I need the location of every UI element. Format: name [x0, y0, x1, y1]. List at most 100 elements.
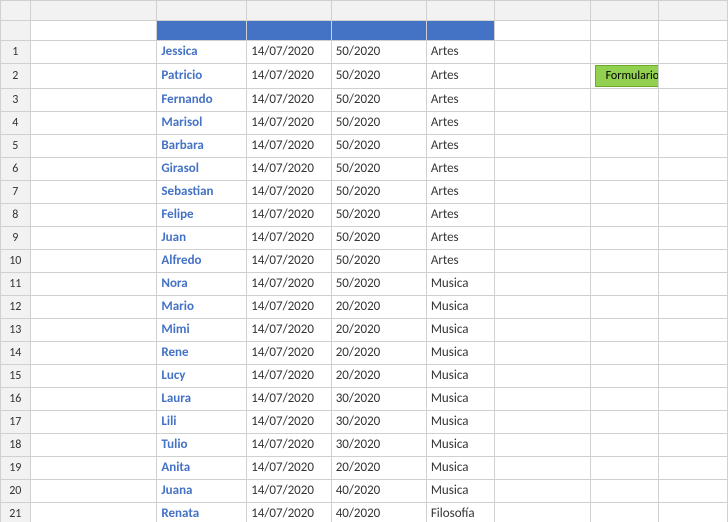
cell-licitacion-15[interactable]: 20/2020: [331, 365, 426, 388]
cell-h-16[interactable]: [659, 388, 728, 411]
cell-licitacion-5[interactable]: 50/2020: [331, 135, 426, 158]
cell-h-9[interactable]: [659, 227, 728, 250]
cell-a-19[interactable]: [30, 457, 157, 480]
cell-licitacion-6[interactable]: 50/2020: [331, 158, 426, 181]
cell-fecha-20[interactable]: 14/07/2020: [247, 480, 332, 503]
cell-h-13[interactable]: [659, 319, 728, 342]
cell-licitacion-2[interactable]: 50/2020: [331, 64, 426, 89]
cell-h-15[interactable]: [659, 365, 728, 388]
cell-h-5[interactable]: [659, 135, 728, 158]
cell-programa-21[interactable]: Filosofía: [426, 503, 495, 522]
cell-f-9[interactable]: [495, 227, 590, 250]
cell-programa-5[interactable]: Artes: [426, 135, 495, 158]
cell-h-3[interactable]: [659, 89, 728, 112]
cell-licitacion-14[interactable]: 20/2020: [331, 342, 426, 365]
cell-h-12[interactable]: [659, 296, 728, 319]
cell-a-12[interactable]: [30, 296, 157, 319]
cell-fecha-7[interactable]: 14/07/2020: [247, 181, 332, 204]
cell-persona-14[interactable]: Rene: [157, 342, 247, 365]
cell-a-8[interactable]: [30, 204, 157, 227]
cell-a-21[interactable]: [30, 503, 157, 522]
cell-fecha-5[interactable]: 14/07/2020: [247, 135, 332, 158]
cell-programa-4[interactable]: Artes: [426, 112, 495, 135]
cell-programa-18[interactable]: Musica: [426, 434, 495, 457]
cell-fecha-17[interactable]: 14/07/2020: [247, 411, 332, 434]
cell-h-header[interactable]: [659, 21, 728, 41]
cell-f-21[interactable]: [495, 503, 590, 522]
cell-programa-11[interactable]: Musica: [426, 273, 495, 296]
cell-f-16[interactable]: [495, 388, 590, 411]
cell-persona-12[interactable]: Mario: [157, 296, 247, 319]
cell-programa-14[interactable]: Musica: [426, 342, 495, 365]
cell-persona-8[interactable]: Felipe: [157, 204, 247, 227]
cell-persona-2[interactable]: Patricio: [157, 64, 247, 89]
cell-fecha-1[interactable]: 14/07/2020: [247, 41, 332, 64]
cell-persona-18[interactable]: Tulio: [157, 434, 247, 457]
cell-f-8[interactable]: [495, 204, 590, 227]
cell-programa-17[interactable]: Musica: [426, 411, 495, 434]
cell-h-17[interactable]: [659, 411, 728, 434]
cell-a-header[interactable]: [30, 21, 157, 41]
cell-f-12[interactable]: [495, 296, 590, 319]
cell-h-21[interactable]: [659, 503, 728, 522]
cell-persona-19[interactable]: Anita: [157, 457, 247, 480]
formulario-button[interactable]: Formulario: [595, 65, 659, 87]
cell-a-2[interactable]: [30, 64, 157, 89]
cell-persona-11[interactable]: Nora: [157, 273, 247, 296]
cell-licitacion-8[interactable]: 50/2020: [331, 204, 426, 227]
cell-programa-19[interactable]: Musica: [426, 457, 495, 480]
cell-persona-3[interactable]: Fernando: [157, 89, 247, 112]
cell-a-3[interactable]: [30, 89, 157, 112]
cell-f-19[interactable]: [495, 457, 590, 480]
cell-a-15[interactable]: [30, 365, 157, 388]
cell-a-13[interactable]: [30, 319, 157, 342]
cell-a-14[interactable]: [30, 342, 157, 365]
cell-licitacion-7[interactable]: 50/2020: [331, 181, 426, 204]
cell-licitacion-4[interactable]: 50/2020: [331, 112, 426, 135]
cell-programa-10[interactable]: Artes: [426, 250, 495, 273]
cell-a-7[interactable]: [30, 181, 157, 204]
cell-programa-9[interactable]: Artes: [426, 227, 495, 250]
cell-f-3[interactable]: [495, 89, 590, 112]
cell-programa-1[interactable]: Artes: [426, 41, 495, 64]
cell-programa-15[interactable]: Musica: [426, 365, 495, 388]
cell-persona-15[interactable]: Lucy: [157, 365, 247, 388]
cell-f-4[interactable]: [495, 112, 590, 135]
cell-persona-17[interactable]: Lili: [157, 411, 247, 434]
cell-f-header[interactable]: [495, 21, 590, 41]
cell-f-5[interactable]: [495, 135, 590, 158]
cell-programa-2[interactable]: Artes: [426, 64, 495, 89]
cell-f-15[interactable]: [495, 365, 590, 388]
cell-programa-20[interactable]: Musica: [426, 480, 495, 503]
cell-licitacion-12[interactable]: 20/2020: [331, 296, 426, 319]
cell-f-2[interactable]: [495, 64, 590, 89]
cell-persona-6[interactable]: Girasol: [157, 158, 247, 181]
cell-fecha-6[interactable]: 14/07/2020: [247, 158, 332, 181]
cell-licitacion-9[interactable]: 50/2020: [331, 227, 426, 250]
cell-licitacion-10[interactable]: 50/2020: [331, 250, 426, 273]
cell-h-19[interactable]: [659, 457, 728, 480]
cell-licitacion-21[interactable]: 40/2020: [331, 503, 426, 522]
cell-a-4[interactable]: [30, 112, 157, 135]
cell-f-14[interactable]: [495, 342, 590, 365]
cell-programa-12[interactable]: Musica: [426, 296, 495, 319]
cell-persona-1[interactable]: Jessica: [157, 41, 247, 64]
cell-h-4[interactable]: [659, 112, 728, 135]
cell-h-8[interactable]: [659, 204, 728, 227]
cell-fecha-10[interactable]: 14/07/2020: [247, 250, 332, 273]
cell-programa-3[interactable]: Artes: [426, 89, 495, 112]
cell-f-6[interactable]: [495, 158, 590, 181]
cell-h-1[interactable]: [659, 41, 728, 64]
cell-fecha-13[interactable]: 14/07/2020: [247, 319, 332, 342]
cell-f-10[interactable]: [495, 250, 590, 273]
cell-persona-20[interactable]: Juana: [157, 480, 247, 503]
cell-licitacion-17[interactable]: 30/2020: [331, 411, 426, 434]
cell-f-1[interactable]: [495, 41, 590, 64]
cell-programa-8[interactable]: Artes: [426, 204, 495, 227]
cell-f-18[interactable]: [495, 434, 590, 457]
cell-f-17[interactable]: [495, 411, 590, 434]
cell-fecha-18[interactable]: 14/07/2020: [247, 434, 332, 457]
cell-licitacion-18[interactable]: 30/2020: [331, 434, 426, 457]
cell-fecha-14[interactable]: 14/07/2020: [247, 342, 332, 365]
cell-fecha-12[interactable]: 14/07/2020: [247, 296, 332, 319]
